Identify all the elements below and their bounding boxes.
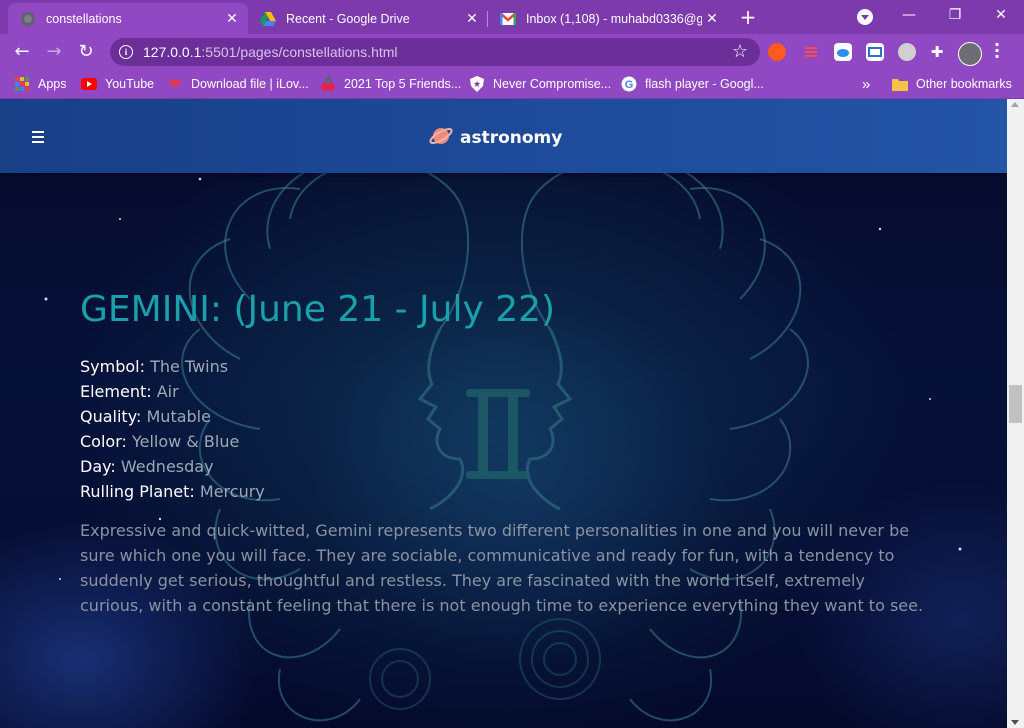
new-tab-button[interactable]: + xyxy=(736,6,760,28)
bookmarks-bar: Apps YouTube ❤ Download file | iLov... 2… xyxy=(0,70,1024,99)
fact-element: Element: Air xyxy=(80,379,930,404)
close-tab-icon[interactable]: ✕ xyxy=(702,10,722,27)
fact-value: Mutable xyxy=(146,407,211,426)
bookmark-label: flash player - Googl... xyxy=(645,77,764,91)
shield-star-icon: ★ xyxy=(469,76,485,92)
close-tab-icon[interactable]: ✕ xyxy=(222,10,242,27)
svg-text:G: G xyxy=(625,79,634,91)
page-viewport: astronomy GEMINI: (June 21 - July 22) Sy… xyxy=(0,99,1007,728)
extension-globe-icon[interactable] xyxy=(898,43,916,61)
bookmark-ilovepdf[interactable]: ❤ Download file | iLov... xyxy=(167,70,309,98)
bookmark-apps[interactable]: Apps xyxy=(14,70,67,98)
back-arrow-icon[interactable]: ← xyxy=(10,40,34,64)
hamburger-menu-icon[interactable] xyxy=(32,131,44,146)
address-bar[interactable]: i 127.0.0.1:5501/pages/constellations.ht… xyxy=(110,38,760,66)
extension-infinity-icon[interactable] xyxy=(768,43,786,61)
extension-menu-icon[interactable] xyxy=(802,43,820,61)
tab-title: Recent - Google Drive xyxy=(286,11,410,26)
fact-symbol: Symbol: The Twins xyxy=(80,354,930,379)
url-host: 127.0.0.1 xyxy=(143,44,202,60)
bookmark-flash-player[interactable]: G flash player - Googl... xyxy=(621,70,764,98)
tab-google-drive[interactable]: Recent - Google Drive ✕ xyxy=(248,3,488,34)
gmail-icon xyxy=(500,11,516,27)
close-tab-icon[interactable]: ✕ xyxy=(462,10,482,27)
site-info-icon[interactable]: i xyxy=(119,45,133,59)
folder-icon xyxy=(892,76,908,92)
browser-menu-icon[interactable]: · · · xyxy=(994,37,1000,65)
bookmark-youtube[interactable]: YouTube xyxy=(81,70,154,98)
profile-avatar[interactable] xyxy=(958,42,982,66)
google-icon: G xyxy=(621,76,637,92)
other-bookmarks[interactable]: Other bookmarks xyxy=(892,70,1012,98)
forward-arrow-icon[interactable]: → xyxy=(42,40,66,64)
extension-cloud-icon[interactable] xyxy=(834,43,852,61)
fact-quality: Quality: Mutable xyxy=(80,404,930,429)
fact-value: Wednesday xyxy=(120,457,214,476)
browser-toolbar: ← → ↻ i 127.0.0.1:5501/pages/constellati… xyxy=(0,34,1024,70)
bookmark-label: Never Compromise... xyxy=(493,77,612,91)
site-logo[interactable]: astronomy xyxy=(428,123,562,153)
fact-color: Color: Yellow & Blue xyxy=(80,429,930,454)
extension-screen-icon[interactable] xyxy=(866,43,884,61)
bookmark-label: 2021 Top 5 Friends... xyxy=(344,77,462,91)
fact-label: Quality: xyxy=(80,407,142,426)
bookmark-label: Download file | iLov... xyxy=(191,77,309,91)
extensions-puzzle-icon[interactable]: ✚ xyxy=(928,43,946,61)
url-path: :5501/pages/constellations.html xyxy=(201,44,398,60)
tab-title: constellations xyxy=(46,11,122,26)
fact-label: Element: xyxy=(80,382,152,401)
fact-value: Mercury xyxy=(199,482,265,501)
bookmarks-overflow-button[interactable]: » xyxy=(862,70,870,98)
planet-icon xyxy=(428,123,454,153)
fact-value: The Twins xyxy=(150,357,229,376)
fact-label: Rulling Planet: xyxy=(80,482,195,501)
minimize-button[interactable]: — xyxy=(886,0,932,30)
fact-value: Air xyxy=(156,382,179,401)
scrollbar-thumb[interactable] xyxy=(1009,385,1022,423)
google-drive-icon xyxy=(260,11,276,27)
bookmark-label: Other bookmarks xyxy=(916,77,1012,91)
constellation-article: GEMINI: (June 21 - July 22) Symbol: The … xyxy=(80,289,930,634)
fact-day: Day: Wednesday xyxy=(80,454,930,479)
scroll-down-arrow-icon[interactable] xyxy=(1011,720,1019,725)
fact-value: Yellow & Blue xyxy=(131,432,240,451)
apps-grid-icon xyxy=(14,76,30,92)
fact-label: Symbol: xyxy=(80,357,145,376)
site-header: astronomy xyxy=(0,99,1007,173)
tab-gmail[interactable]: Inbox (1,108) - muhabd0336@gm ✕ xyxy=(488,3,728,34)
scroll-up-arrow-icon[interactable] xyxy=(1011,102,1019,107)
tab-search-icon[interactable] xyxy=(857,9,873,25)
bookmark-top-friends[interactable]: 2021 Top 5 Friends... xyxy=(320,70,461,98)
maximize-button[interactable]: ❐ xyxy=(932,0,978,30)
fact-label: Color: xyxy=(80,432,127,451)
page-title: GEMINI: (June 21 - July 22) xyxy=(80,289,556,330)
tab-title: Inbox (1,108) - muhabd0336@gm xyxy=(526,11,702,26)
heart-icon: ❤ xyxy=(168,76,182,93)
svg-text:★: ★ xyxy=(473,79,481,89)
brand-name: astronomy xyxy=(460,128,563,148)
reload-icon[interactable]: ↻ xyxy=(74,40,98,64)
bookmark-label: Apps xyxy=(38,77,67,91)
cherries-icon xyxy=(320,76,336,92)
fact-label: Day: xyxy=(80,457,116,476)
close-window-button[interactable]: ✕ xyxy=(978,0,1024,30)
bookmark-star-icon[interactable]: ☆ xyxy=(732,41,748,62)
page-scrollbar[interactable] xyxy=(1007,99,1024,728)
youtube-icon xyxy=(81,76,97,92)
bookmark-never-compromise[interactable]: ★ Never Compromise... xyxy=(469,70,611,98)
description-paragraph: Expressive and quick-witted, Gemini repr… xyxy=(80,521,924,615)
fact-ruling-planet: Rulling Planet: Mercury xyxy=(80,479,930,504)
bookmark-label: YouTube xyxy=(105,77,155,91)
facts-list: Symbol: The Twins Element: Air Quality: … xyxy=(80,354,930,504)
tab-strip: constellations ✕ Recent - Google Drive ✕… xyxy=(0,0,1024,34)
globe-icon xyxy=(20,11,36,27)
url-text[interactable]: 127.0.0.1:5501/pages/constellations.html xyxy=(143,44,398,60)
tab-constellations[interactable]: constellations ✕ xyxy=(8,3,248,34)
